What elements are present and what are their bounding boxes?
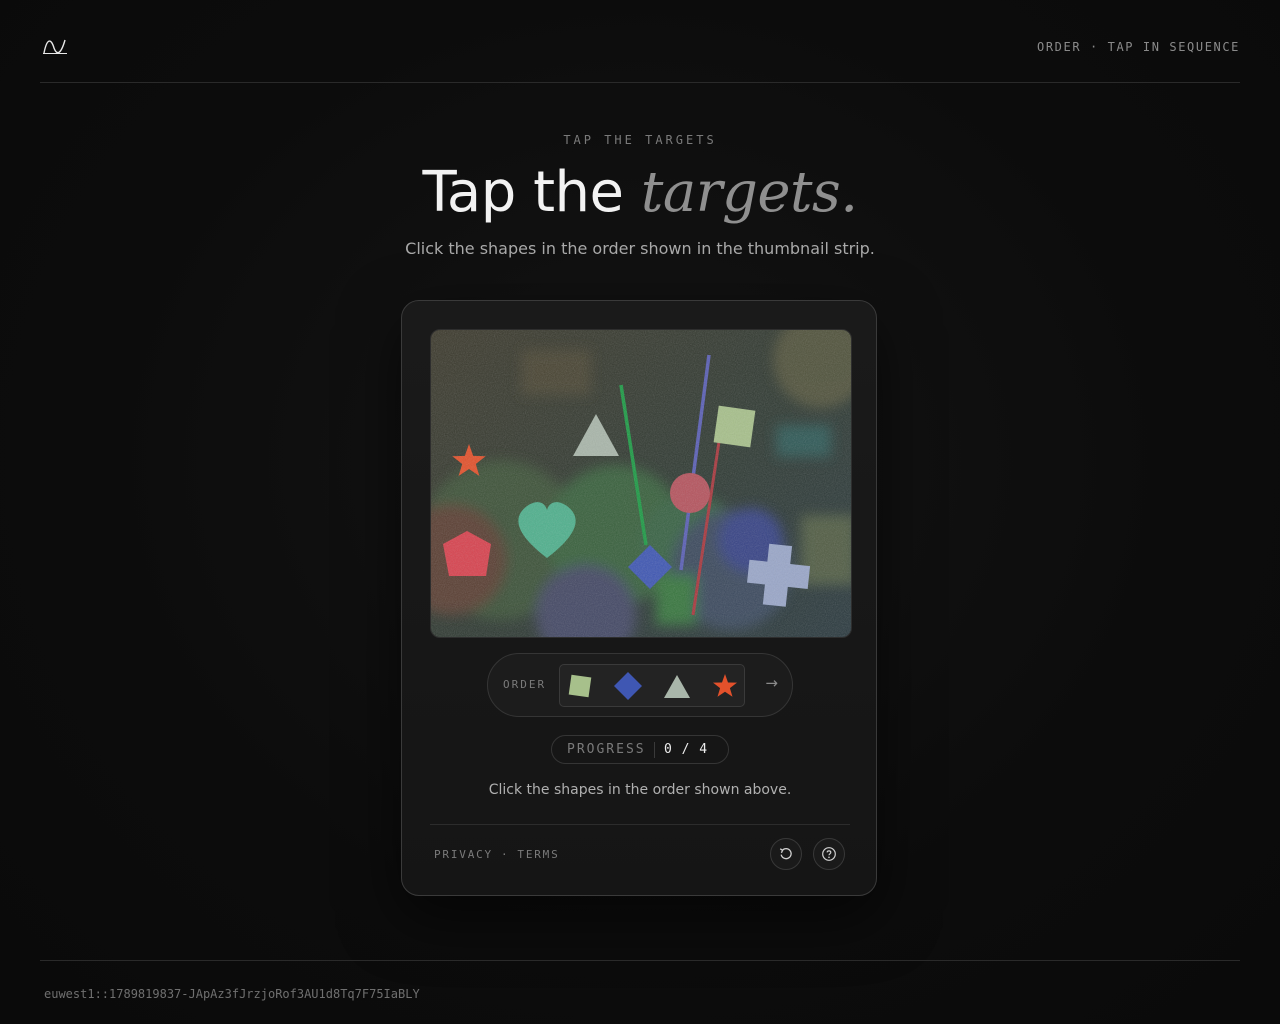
refresh-button[interactable]	[770, 838, 802, 870]
help-icon	[822, 847, 836, 861]
arrow-right-icon: →	[765, 674, 778, 692]
order-strip: ORDER →	[487, 653, 793, 717]
terms-link[interactable]: TERMS	[517, 848, 559, 861]
challenge-canvas[interactable]	[430, 329, 852, 638]
thumbnail-strip	[559, 664, 745, 707]
card-divider	[430, 824, 850, 825]
wave-logo-icon[interactable]	[42, 34, 68, 58]
progress-value: 0 / 4	[664, 742, 709, 757]
help-button[interactable]	[813, 838, 845, 870]
progress-divider	[654, 742, 655, 758]
refresh-icon	[779, 848, 792, 860]
progress-indicator: PROGRESS 0 / 4	[551, 735, 729, 764]
title-plain: Tap the	[422, 160, 624, 225]
noise-overlay	[431, 330, 851, 637]
privacy-link[interactable]: PRIVACY	[434, 848, 493, 861]
title-emphasis: targets.	[640, 160, 858, 225]
page-title: Tap the targets.	[0, 158, 1280, 228]
progress-label: PROGRESS	[567, 742, 646, 757]
top-bar: ORDER · TAP IN SEQUENCE	[40, 0, 1240, 83]
thumb-triangle-icon	[664, 675, 690, 698]
instruction-text: Click the shapes in the order shown abov…	[488, 782, 792, 798]
footer-divider	[40, 960, 1240, 961]
thumb-square-icon	[568, 674, 592, 698]
eyebrow-label: TAP THE TARGETS	[563, 133, 717, 147]
thumb-diamond-icon	[614, 672, 642, 700]
link-separator: ·	[500, 848, 510, 861]
card-links: PRIVACY · TERMS	[434, 848, 560, 861]
mode-label: ORDER · TAP IN SEQUENCE	[1037, 40, 1240, 54]
page-subtitle: Click the shapes in the order shown in t…	[405, 239, 875, 258]
challenge-card: ORDER → PROGRESS 0 / 4 Click the shapes …	[401, 300, 877, 896]
order-label: ORDER	[503, 678, 547, 691]
thumb-star-icon	[713, 674, 737, 697]
session-id: euwest1::1789819837-JApAz3fJrzjoRof3AU1d…	[44, 987, 420, 1001]
